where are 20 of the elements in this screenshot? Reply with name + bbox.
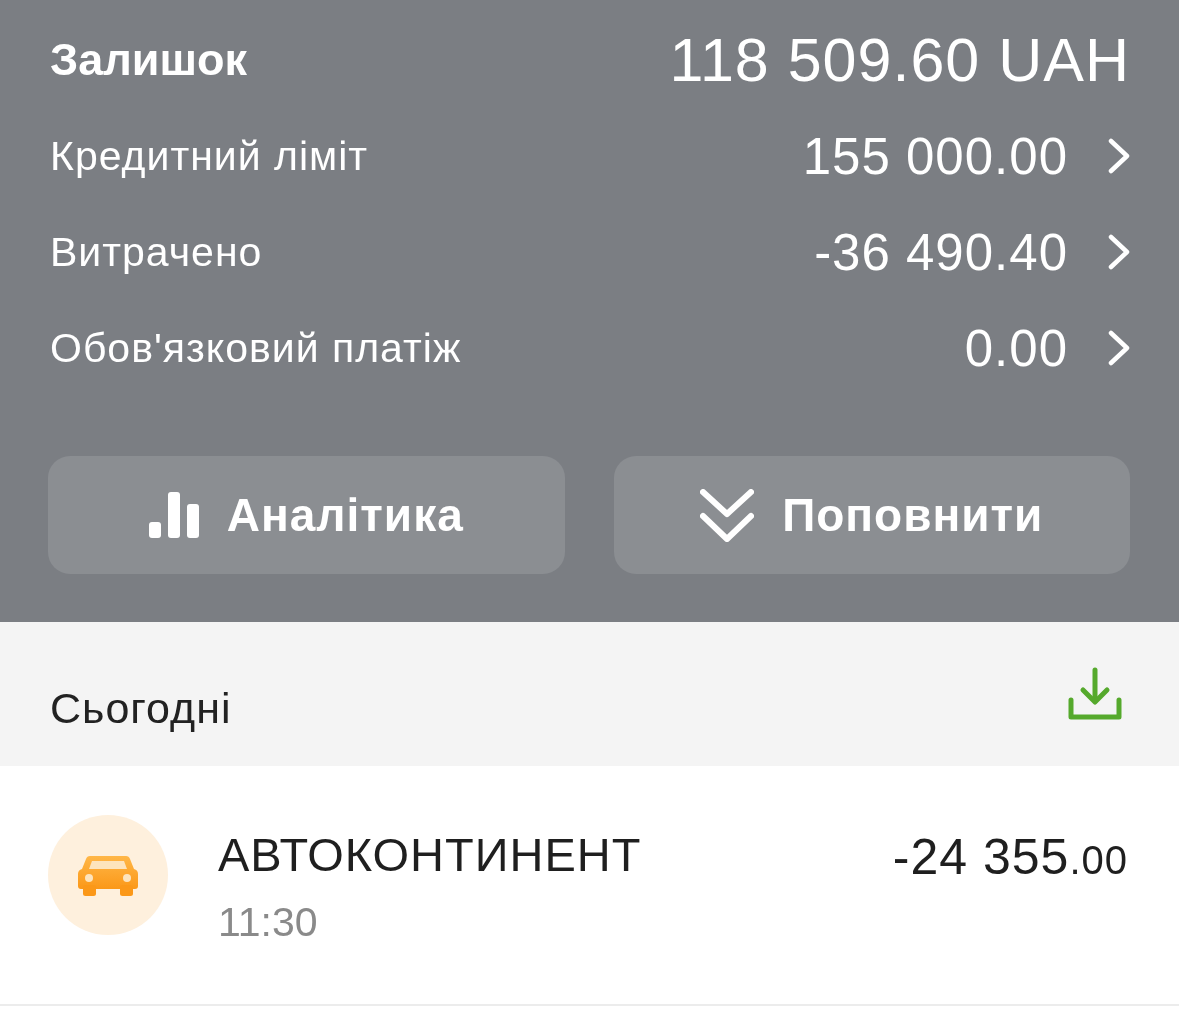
detail-label: Витрачено <box>50 228 263 276</box>
bar-chart-icon <box>148 492 199 538</box>
detail-value: -36 490.40 <box>814 222 1068 282</box>
balance-label: Залишок <box>50 34 247 86</box>
analytics-button[interactable]: Аналітика <box>48 456 565 574</box>
balance-amount: 118 509.60 UAH <box>669 25 1130 95</box>
detail-value: 155 000.00 <box>802 126 1068 186</box>
download-icon[interactable] <box>1068 667 1122 721</box>
transaction-time: 11:30 <box>218 898 318 947</box>
section-title: Сьогодні <box>50 683 232 733</box>
detail-label: Обов'язковий платіж <box>50 324 462 372</box>
transaction-title: АВТОКОНТИНЕНТ <box>218 827 642 883</box>
chevron-right-icon[interactable] <box>1108 138 1130 174</box>
transaction-amount: -24 355.00 <box>892 829 1128 887</box>
detail-value: 0.00 <box>964 318 1068 378</box>
chevron-right-icon[interactable] <box>1108 330 1130 366</box>
detail-label: Кредитний ліміт <box>50 132 369 180</box>
chevron-right-icon[interactable] <box>1108 234 1130 270</box>
top-up-button[interactable]: Поповнити <box>613 456 1130 574</box>
double-chevron-down-icon <box>700 488 755 542</box>
